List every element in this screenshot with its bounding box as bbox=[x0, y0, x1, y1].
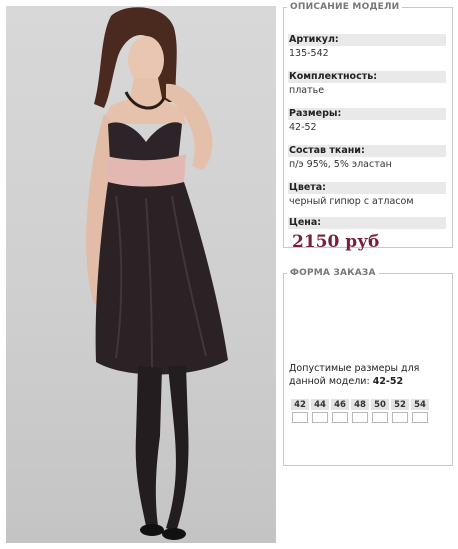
allowed-sizes-value: 42-52 bbox=[372, 376, 404, 387]
size-quantity-table: 42 44 46 48 50 52 54 bbox=[289, 398, 431, 424]
size-header: 50 bbox=[371, 399, 389, 410]
size-header: 44 bbox=[311, 399, 329, 410]
completeness-label: Комплектность: bbox=[288, 71, 446, 83]
size-48-quantity-input[interactable] bbox=[352, 411, 368, 423]
fabric-label: Состав ткани: bbox=[288, 145, 446, 157]
completeness-value: платье bbox=[289, 85, 325, 96]
size-44-quantity-input[interactable] bbox=[312, 411, 328, 423]
model-in-dress-image bbox=[86, 7, 229, 540]
model-description-legend: ОПИСАНИЕ МОДЕЛИ bbox=[290, 2, 400, 12]
size-42-quantity-input[interactable] bbox=[292, 411, 308, 423]
article-label: Артикул: bbox=[288, 34, 446, 46]
size-header: 42 bbox=[291, 399, 309, 410]
size-header: 46 bbox=[331, 399, 349, 410]
size-46-quantity-input[interactable] bbox=[332, 411, 348, 423]
price-value: 2150 руб bbox=[292, 232, 380, 252]
size-50-quantity-input[interactable] bbox=[372, 411, 388, 423]
order-form-panel: ФОРМА ЗАКАЗА Допустимые размеры для данн… bbox=[283, 268, 453, 466]
product-photo bbox=[6, 6, 276, 543]
sizes-label: Размеры: bbox=[288, 108, 446, 120]
colors-label: Цвета: bbox=[288, 182, 446, 194]
allowed-sizes-text: Допустимые размеры для данной модели: 42… bbox=[289, 362, 449, 388]
size-54-quantity-input[interactable] bbox=[412, 411, 428, 423]
colors-value: черный гипюр с атласом bbox=[289, 196, 414, 207]
article-value: 135-542 bbox=[289, 48, 329, 59]
model-description-panel: ОПИСАНИЕ МОДЕЛИ Артикул: 135-542 Комплек… bbox=[283, 2, 453, 252]
order-form-legend: ФОРМА ЗАКАЗА bbox=[290, 268, 376, 278]
size-header: 54 bbox=[411, 399, 429, 410]
fabric-value: п/э 95%, 5% эластан bbox=[289, 159, 392, 170]
size-header: 52 bbox=[391, 399, 409, 410]
size-52-quantity-input[interactable] bbox=[392, 411, 408, 423]
size-header: 48 bbox=[351, 399, 369, 410]
sizes-value: 42-52 bbox=[289, 122, 317, 133]
price-label: Цена: bbox=[288, 217, 446, 229]
